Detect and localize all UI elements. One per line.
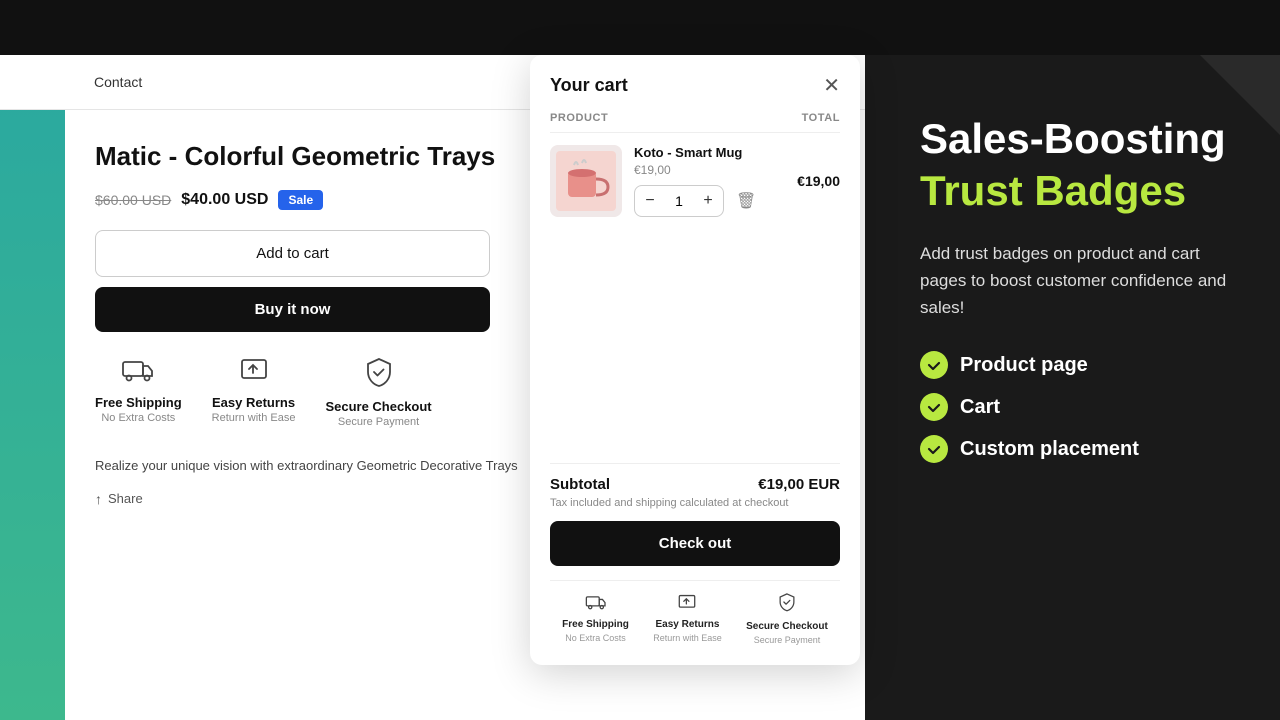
cart-item: Koto - Smart Mug €19,00 − 1 + 🗑 €19,00 bbox=[550, 145, 840, 217]
secure-icon bbox=[363, 356, 395, 393]
col-total: TOTAL bbox=[802, 112, 840, 124]
cart-badge-secure: Secure Checkout Secure Payment bbox=[746, 591, 828, 645]
original-price: $60.00 USD bbox=[95, 192, 171, 208]
qty-decrease-button[interactable]: − bbox=[635, 186, 665, 216]
cart-item-name: Koto - Smart Mug bbox=[634, 145, 785, 160]
cart-columns: PRODUCT TOTAL bbox=[550, 112, 840, 133]
promo-panel: Sales-Boosting Trust Badges Add trust ba… bbox=[880, 55, 1280, 720]
top-bar bbox=[0, 0, 1280, 55]
feature-product-page-label: Product page bbox=[960, 354, 1088, 377]
cart-close-button[interactable]: ✕ bbox=[823, 76, 840, 96]
cart-badge-returns: Easy Returns Return with Ease bbox=[653, 593, 722, 643]
trust-badge-secure: Secure Checkout Secure Payment bbox=[325, 356, 431, 428]
trust-badge-shipping: Free Shipping No Extra Costs bbox=[95, 356, 182, 428]
cart-shipping-icon bbox=[585, 593, 607, 616]
cart-returns-title: Easy Returns bbox=[656, 619, 720, 630]
share-label: Share bbox=[108, 491, 143, 506]
promo-feature-custom: Custom placement bbox=[920, 435, 1240, 463]
cart-returns-icon bbox=[676, 593, 698, 616]
product-description: Realize your unique vision with extraord… bbox=[95, 456, 535, 477]
trust-badges-section: Free Shipping No Extra Costs Easy Return… bbox=[95, 356, 535, 428]
share-row[interactable]: ↑ Share bbox=[95, 491, 535, 507]
shipping-sub: No Extra Costs bbox=[101, 412, 175, 424]
decorative-triangle bbox=[1200, 55, 1280, 135]
cart-secure-icon bbox=[777, 591, 797, 618]
nav-contact[interactable]: Contact bbox=[94, 74, 142, 90]
qty-increase-button[interactable]: + bbox=[693, 186, 723, 216]
returns-sub: Return with Ease bbox=[212, 412, 296, 424]
promo-heading-green: Trust Badges bbox=[920, 167, 1240, 215]
cart-secure-sub: Secure Payment bbox=[754, 635, 821, 645]
cart-subtotal-row: Subtotal €19,00 EUR bbox=[550, 463, 840, 493]
cart-shipping-title: Free Shipping bbox=[562, 619, 629, 630]
sale-price: $40.00 USD bbox=[181, 191, 268, 209]
cart-item-image bbox=[550, 145, 622, 217]
cart-item-details: Koto - Smart Mug €19,00 − 1 + 🗑 bbox=[634, 145, 785, 217]
qty-row: − 1 + 🗑 bbox=[634, 185, 785, 217]
feature-cart-label: Cart bbox=[960, 396, 1000, 419]
col-product: PRODUCT bbox=[550, 112, 608, 124]
subtotal-label: Subtotal bbox=[550, 476, 610, 493]
check-icon-cart bbox=[920, 393, 948, 421]
tax-note: Tax included and shipping calculated at … bbox=[550, 497, 840, 509]
cart-item-total: €19,00 bbox=[797, 173, 840, 189]
checkout-button[interactable]: Check out bbox=[550, 521, 840, 566]
returns-title: Easy Returns bbox=[212, 395, 295, 410]
subtotal-value: €19,00 EUR bbox=[758, 476, 840, 493]
cart-panel: Your cart ✕ PRODUCT TOTAL Koto - Smart M… bbox=[530, 55, 860, 665]
share-icon: ↑ bbox=[95, 491, 102, 507]
teal-stripe bbox=[0, 55, 65, 720]
trust-badge-returns: Easy Returns Return with Ease bbox=[212, 356, 296, 428]
product-title: Matic - Colorful Geometric Trays bbox=[95, 140, 535, 174]
feature-custom-label: Custom placement bbox=[960, 438, 1139, 461]
promo-feature-product-page: Product page bbox=[920, 351, 1240, 379]
promo-features: Product page Cart Custom placement bbox=[920, 351, 1240, 463]
sale-badge: Sale bbox=[278, 190, 323, 210]
product-area: Matic - Colorful Geometric Trays $60.00 … bbox=[65, 110, 565, 537]
cart-badge-shipping: Free Shipping No Extra Costs bbox=[562, 593, 629, 643]
cart-shipping-sub: No Extra Costs bbox=[565, 633, 626, 643]
cart-header: Your cart ✕ bbox=[550, 75, 840, 96]
shipping-title: Free Shipping bbox=[95, 395, 182, 410]
cart-title: Your cart bbox=[550, 75, 628, 96]
promo-description: Add trust badges on product and cart pag… bbox=[920, 240, 1240, 322]
qty-value: 1 bbox=[665, 193, 693, 209]
promo-heading-white: Sales-Boosting bbox=[920, 115, 1240, 163]
shipping-icon bbox=[122, 356, 154, 389]
buy-now-button[interactable]: Buy it now bbox=[95, 287, 490, 332]
nav-left: Contact bbox=[70, 74, 142, 90]
cart-secure-title: Secure Checkout bbox=[746, 621, 828, 632]
secure-title: Secure Checkout bbox=[325, 399, 431, 414]
price-row: $60.00 USD $40.00 USD Sale bbox=[95, 190, 535, 210]
check-icon-product bbox=[920, 351, 948, 379]
cart-trust-badges: Free Shipping No Extra Costs Easy Return… bbox=[550, 580, 840, 645]
promo-feature-cart: Cart bbox=[920, 393, 1240, 421]
check-icon-custom bbox=[920, 435, 948, 463]
cart-item-price: €19,00 bbox=[634, 163, 785, 177]
add-to-cart-button[interactable]: Add to cart bbox=[95, 230, 490, 277]
qty-controls: − 1 + bbox=[634, 185, 724, 217]
cart-returns-sub: Return with Ease bbox=[653, 633, 722, 643]
secure-sub: Secure Payment bbox=[338, 416, 419, 428]
delete-item-button[interactable]: 🗑 bbox=[736, 191, 756, 211]
returns-icon bbox=[238, 356, 270, 389]
